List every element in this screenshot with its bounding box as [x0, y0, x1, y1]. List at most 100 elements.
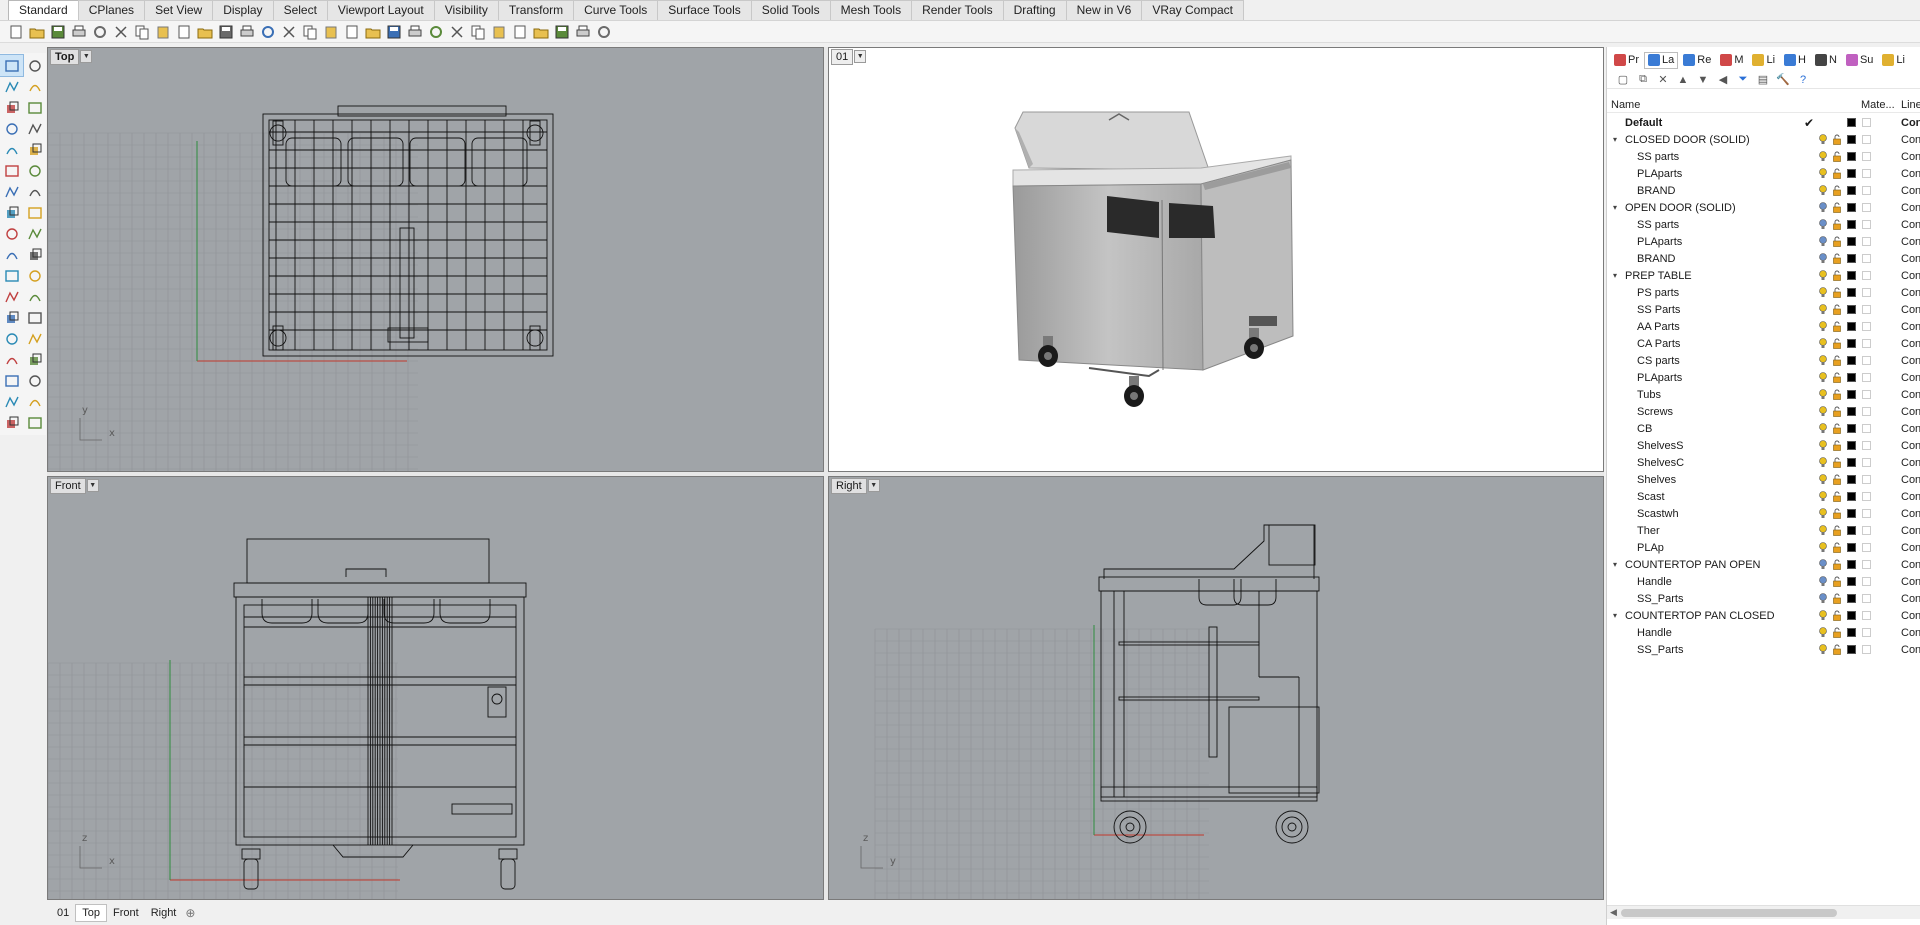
filter-icon[interactable]: ⏷ — [1733, 72, 1753, 88]
layer-material-swatch[interactable] — [1862, 356, 1871, 365]
group-tool-icon[interactable] — [0, 349, 23, 370]
ribbon-tab[interactable]: Curve Tools — [573, 0, 659, 20]
boolean-tool-icon[interactable] — [23, 223, 46, 244]
layer-color-swatch[interactable] — [1847, 186, 1856, 195]
layer-linetype[interactable]: Con — [1901, 168, 1920, 180]
layer-material-swatch[interactable] — [1862, 169, 1871, 178]
layer-material-swatch[interactable] — [1862, 611, 1871, 620]
add-viewport-tab-icon[interactable]: ⊕ — [182, 905, 198, 921]
layer-linetype[interactable]: Con — [1901, 610, 1920, 622]
options-icon[interactable] — [573, 22, 593, 42]
layer-linetype[interactable]: Con — [1901, 389, 1920, 401]
move-up-icon[interactable]: ▲ — [1673, 72, 1693, 88]
lock-icon[interactable] — [1832, 525, 1842, 536]
layer-linetype[interactable]: Con — [1901, 542, 1920, 554]
text-tool-icon[interactable] — [0, 328, 23, 349]
ribbon-tab[interactable]: Set View — [144, 0, 214, 20]
visibility-bulb-icon[interactable] — [1818, 491, 1828, 502]
visibility-bulb-icon[interactable] — [1818, 559, 1828, 570]
layer-name[interactable]: ShelvesS — [1637, 440, 1683, 452]
viewport-tab[interactable]: Top — [75, 903, 107, 922]
viewport-splitter-vertical[interactable] — [824, 47, 828, 900]
lock-icon[interactable] — [1832, 168, 1842, 179]
tools-icon[interactable]: 🔨 — [1773, 72, 1793, 88]
render-icon[interactable] — [489, 22, 509, 42]
layer-name[interactable]: OPEN DOOR (SOLID) — [1625, 202, 1736, 214]
layer-row[interactable]: SS parts Con — [1607, 216, 1920, 233]
layer-material-swatch[interactable] — [1862, 288, 1871, 297]
analyze-tool-icon[interactable] — [0, 391, 23, 412]
viewport-title-persp[interactable]: 01 ▼ — [831, 48, 867, 65]
layer-row[interactable]: AA Parts Con — [1607, 318, 1920, 335]
visibility-bulb-icon[interactable] — [1818, 151, 1828, 162]
select-tool-icon[interactable] — [0, 54, 24, 77]
lock-icon[interactable] — [1832, 559, 1842, 570]
visibility-bulb-icon[interactable] — [1818, 236, 1828, 247]
lock-icon[interactable] — [1832, 151, 1842, 162]
visibility-bulb-icon[interactable] — [1818, 457, 1828, 468]
layer-row[interactable]: SS parts Con — [1607, 148, 1920, 165]
chamfer-tool-icon[interactable] — [23, 286, 46, 307]
lock-icon[interactable] — [1832, 338, 1842, 349]
expand-chevron-icon[interactable]: ▾ — [1613, 135, 1621, 144]
layer-linetype[interactable]: Con — [1901, 117, 1920, 129]
viewport-title-top[interactable]: Top ▼ — [50, 48, 93, 65]
layer-row[interactable]: CB Con — [1607, 420, 1920, 437]
expand-chevron-icon[interactable]: ▾ — [1613, 203, 1621, 212]
viewport-right[interactable]: Right ▼ z y — [828, 476, 1604, 900]
layer-color-swatch[interactable] — [1847, 645, 1856, 654]
layer-name[interactable]: Screws — [1637, 406, 1673, 418]
new-sublayer-icon[interactable]: ⧉ — [1633, 72, 1653, 88]
layer-color-swatch[interactable] — [1847, 560, 1856, 569]
zoom-window-icon[interactable] — [258, 22, 278, 42]
visibility-bulb-icon[interactable] — [1818, 185, 1828, 196]
ribbon-tab[interactable]: Mesh Tools — [829, 0, 913, 20]
visibility-bulb-icon[interactable] — [1818, 253, 1828, 264]
layer-name[interactable]: CB — [1637, 423, 1652, 435]
polygon-tool-icon[interactable] — [23, 118, 46, 139]
lock-icon[interactable] — [1832, 236, 1842, 247]
layer-name[interactable]: Scast — [1637, 491, 1665, 503]
zoom-icon[interactable] — [237, 22, 257, 42]
layer-row[interactable]: SS_Parts Con — [1607, 590, 1920, 607]
ribbon-tab[interactable]: Surface Tools — [657, 0, 752, 20]
panel-tab[interactable]: M — [1716, 52, 1747, 69]
layer-material-swatch[interactable] — [1862, 407, 1871, 416]
layer-linetype[interactable]: Con — [1901, 644, 1920, 656]
viewport-name[interactable]: 01 — [831, 48, 854, 65]
open-file-icon[interactable] — [27, 22, 47, 42]
layer-color-swatch[interactable] — [1847, 594, 1856, 603]
layer-material-swatch[interactable] — [1862, 305, 1871, 314]
layer-material-swatch[interactable] — [1862, 441, 1871, 450]
paste-icon[interactable] — [153, 22, 173, 42]
layer-color-swatch[interactable] — [1847, 475, 1856, 484]
layer-material-swatch[interactable] — [1862, 424, 1871, 433]
layer-linetype[interactable]: Con — [1901, 338, 1920, 350]
layer-linetype[interactable]: Con — [1901, 355, 1920, 367]
column-material[interactable]: Mate... — [1861, 99, 1895, 111]
layer-linetype[interactable]: Con — [1901, 236, 1920, 248]
layer-material-swatch[interactable] — [1862, 152, 1871, 161]
current-layer-check-icon[interactable]: ✔ — [1804, 116, 1814, 130]
arc-tool-icon[interactable] — [0, 118, 23, 139]
lock-icon[interactable] — [1832, 508, 1842, 519]
layer-linetype[interactable]: Con — [1901, 253, 1920, 265]
layer-name[interactable]: ShelvesC — [1637, 457, 1684, 469]
layer-material-swatch[interactable] — [1862, 526, 1871, 535]
layer-row[interactable]: CS parts Con — [1607, 352, 1920, 369]
layer-color-swatch[interactable] — [1847, 458, 1856, 467]
cone-tool-icon[interactable] — [0, 244, 23, 265]
point-tool-icon[interactable] — [23, 55, 46, 76]
ribbon-tab[interactable]: New in V6 — [1065, 0, 1143, 20]
layer-color-swatch[interactable] — [1847, 305, 1856, 314]
layer-row[interactable]: ▾ COUNTERTOP PAN OPEN Con — [1607, 556, 1920, 573]
layer-name[interactable]: Default — [1625, 117, 1662, 129]
layer-material-swatch[interactable] — [1862, 373, 1871, 382]
layer-row[interactable]: PS parts Con — [1607, 284, 1920, 301]
layer-row[interactable]: ▾ PREP TABLE Con — [1607, 267, 1920, 284]
scrollbar-thumb[interactable] — [1621, 909, 1837, 917]
layer-material-swatch[interactable] — [1862, 458, 1871, 467]
lock-icon[interactable] — [1832, 542, 1842, 553]
helix-tool-icon[interactable] — [23, 160, 46, 181]
save-icon[interactable] — [48, 22, 68, 42]
